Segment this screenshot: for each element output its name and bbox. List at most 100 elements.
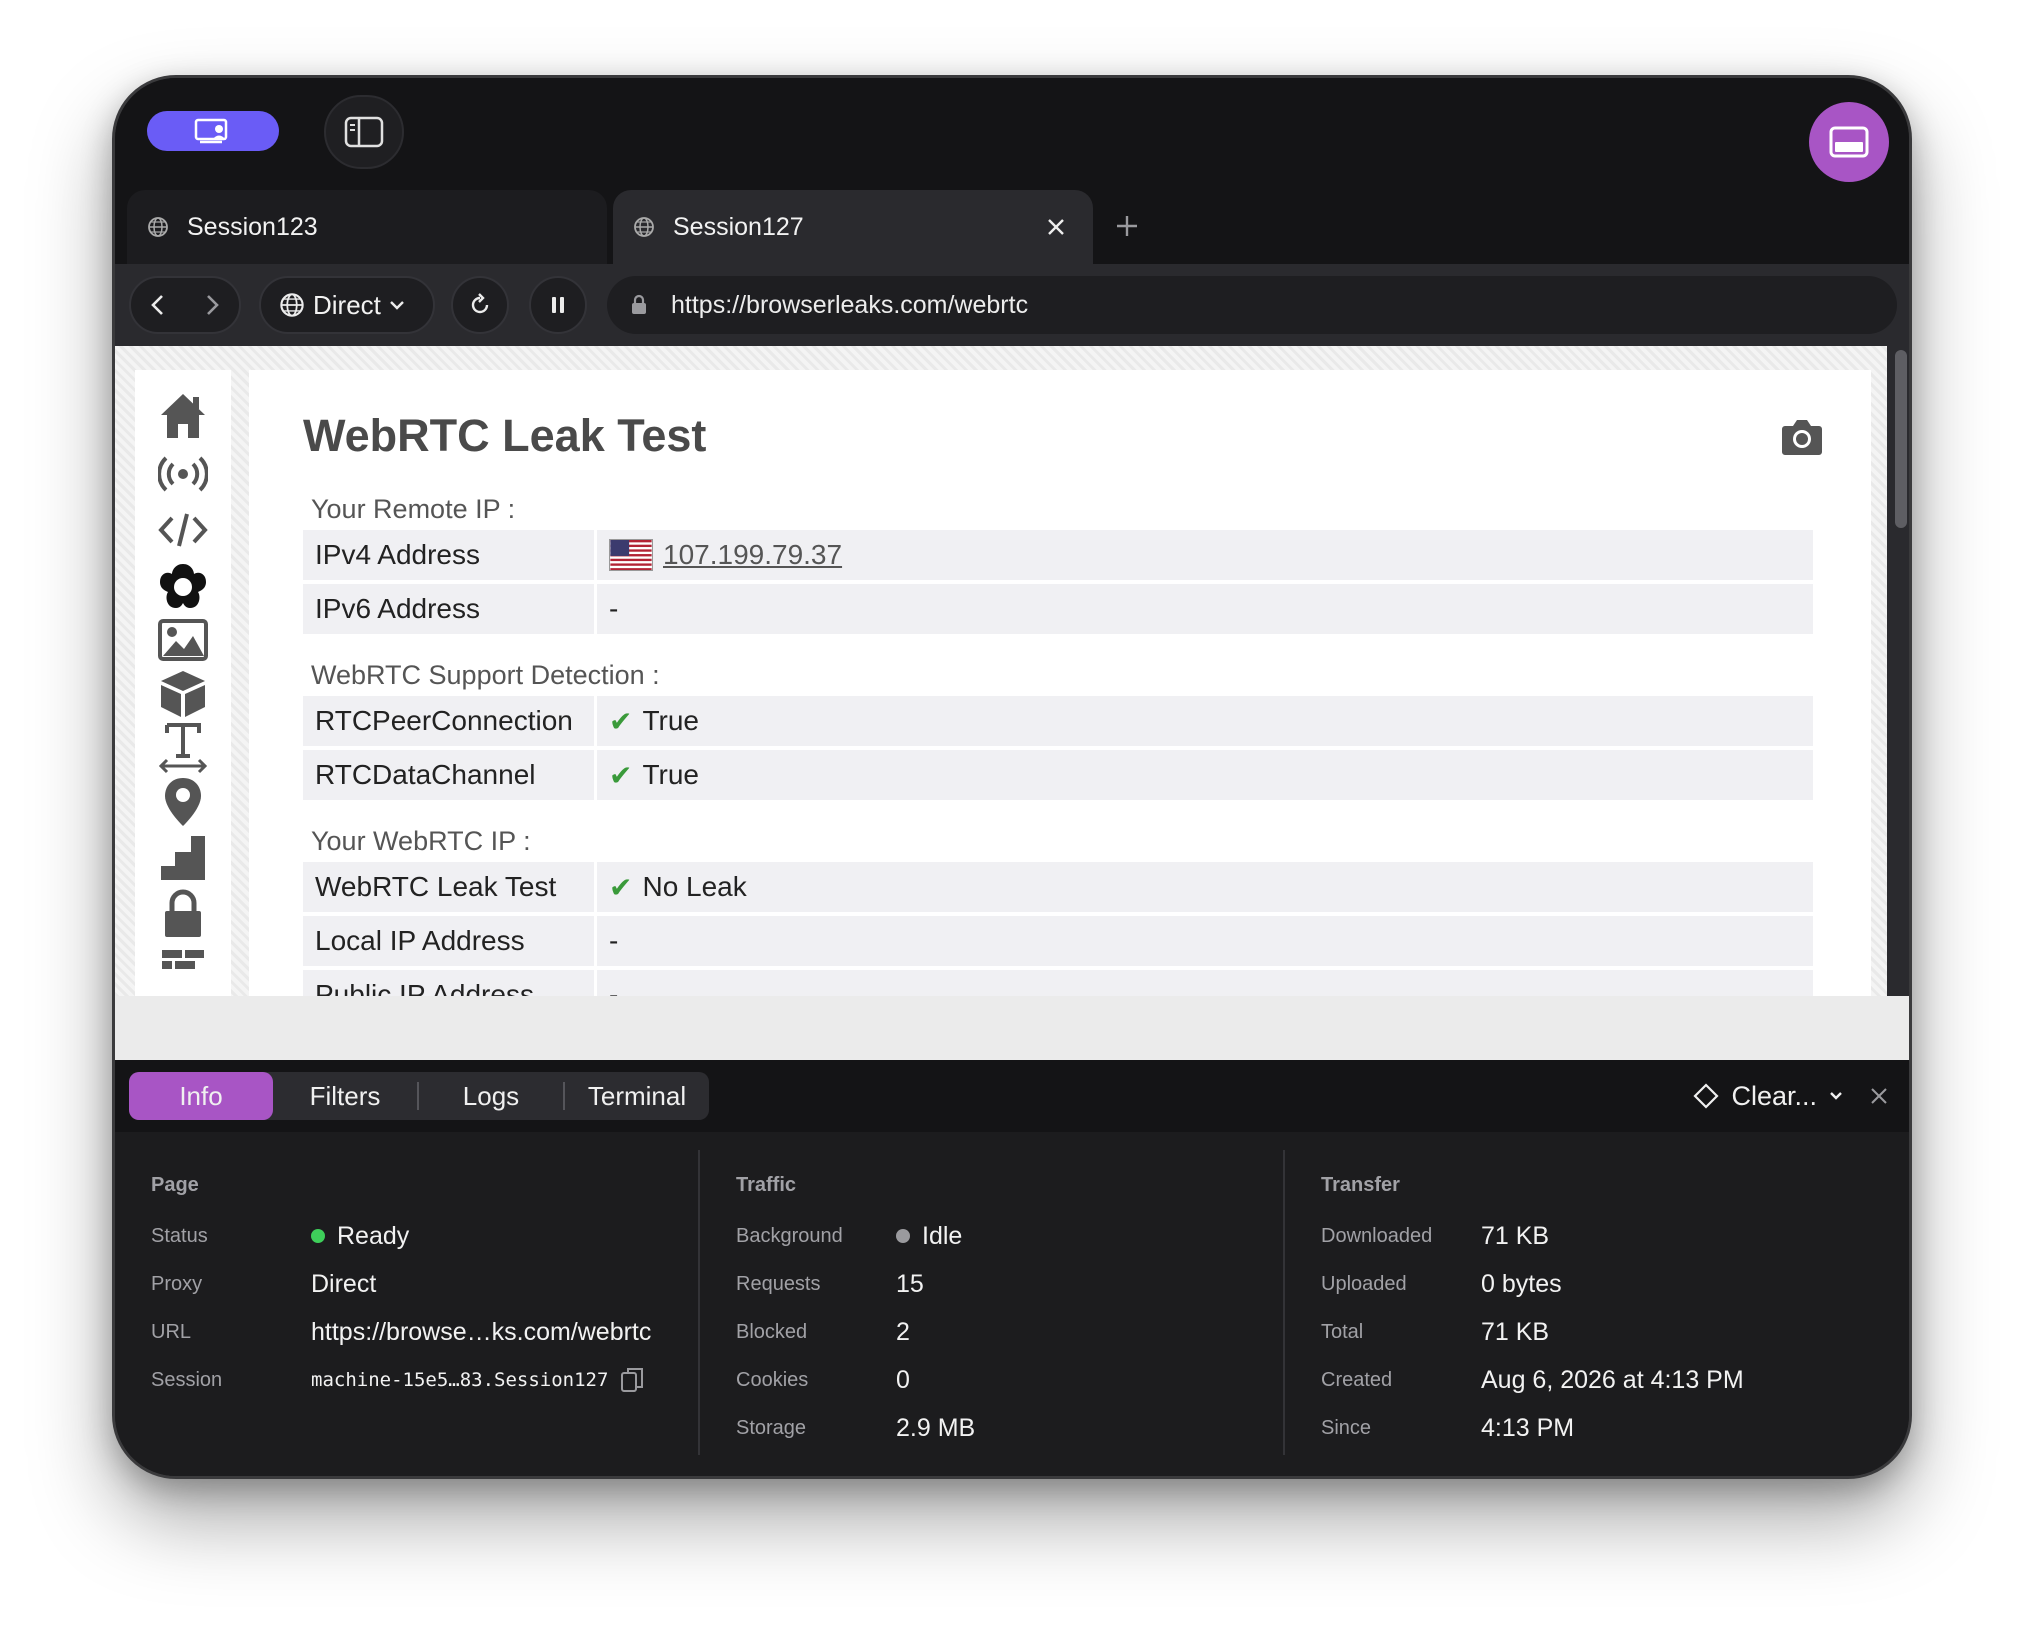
- section-webrtc-ip: Your WebRTC IP :: [311, 826, 531, 856]
- public-ip-value: -: [609, 979, 619, 996]
- tab-strip: Session123 Session127: [115, 190, 1909, 264]
- profile-switch-button[interactable]: [147, 111, 279, 151]
- ipv4-link[interactable]: 107.199.79.37: [663, 539, 842, 571]
- tab-filters[interactable]: Filters: [273, 1072, 417, 1120]
- transfer-column: Transfer Downloaded 71 KB Uploaded 0 byt…: [1285, 1150, 1870, 1450]
- ipv6-key: IPv6 Address: [303, 584, 597, 634]
- flower-icon[interactable]: [155, 558, 211, 614]
- globe-icon: [148, 217, 168, 237]
- cube-icon[interactable]: [155, 666, 211, 722]
- proxy-selector[interactable]: Direct: [259, 276, 435, 334]
- section-remote-ip: Your Remote IP :: [311, 494, 516, 524]
- scrollbar-thumb[interactable]: [1895, 350, 1907, 528]
- page-heading: Page: [151, 1174, 199, 1196]
- table-row: IPv4 Address 107.199.79.37: [303, 528, 1813, 580]
- lock-icon: [632, 294, 646, 314]
- total-key: Total: [1321, 1320, 1364, 1343]
- page-scrollbar[interactable]: [1887, 346, 1909, 996]
- image-icon[interactable]: [155, 612, 211, 668]
- storage-value: 2.9 MB: [896, 1413, 976, 1442]
- storage-row: Storage 2.9 MB: [736, 1408, 975, 1448]
- total-value: 71 KB: [1481, 1317, 1550, 1346]
- datachannel-value: True: [642, 759, 700, 790]
- uploaded-key: Uploaded: [1321, 1272, 1407, 1295]
- tab-info[interactable]: Info: [129, 1072, 273, 1120]
- cookies-key: Cookies: [736, 1368, 809, 1391]
- app-window: Session123 Session127 Direct https://bro…: [112, 75, 1912, 1479]
- pause-icon: [552, 297, 564, 313]
- tab-label: Session127: [673, 212, 804, 241]
- close-icon: [1871, 1088, 1887, 1104]
- background-row: Background Idle: [736, 1216, 962, 1256]
- traffic-heading: Traffic: [736, 1174, 797, 1196]
- status-ready-dot: [311, 1229, 325, 1243]
- code-icon[interactable]: [155, 502, 211, 558]
- page-title: WebRTC Leak Test: [303, 410, 707, 461]
- panel-toggle-button[interactable]: [1809, 102, 1889, 182]
- url-text: https://browserleaks.com/webrtc: [671, 290, 1029, 319]
- proxy-value: Direct: [311, 1269, 377, 1298]
- status-row: Status Ready: [151, 1216, 409, 1256]
- leak-value-cell: ✔ No Leak: [597, 862, 1813, 912]
- peer-value: True: [642, 705, 700, 736]
- forward-button[interactable]: [202, 293, 222, 317]
- background-value: Idle: [922, 1221, 963, 1250]
- ipv6-value: -: [609, 593, 619, 624]
- home-icon[interactable]: [155, 388, 211, 444]
- page-viewport: WebRTC Leak Test Your Remote IP : IPv4 A…: [115, 346, 1909, 996]
- checkmark-icon: ✔: [609, 705, 633, 737]
- session-key: Session: [151, 1368, 223, 1391]
- table-row: Local IP Address -: [303, 914, 1813, 966]
- table-row: Public IP Address -: [303, 968, 1813, 996]
- requests-key: Requests: [736, 1272, 821, 1295]
- devtools-segmented-control: Info Filters Logs Terminal: [129, 1072, 709, 1120]
- steps-icon[interactable]: [155, 830, 211, 886]
- panel-divider[interactable]: [115, 996, 1909, 1060]
- padlock-icon[interactable]: [155, 886, 211, 942]
- chevron-down-icon: [390, 301, 404, 310]
- new-tab-button[interactable]: [1105, 204, 1149, 248]
- reload-button[interactable]: [451, 276, 509, 334]
- devtools-close-button[interactable]: [1865, 1082, 1893, 1110]
- clear-label: Clear...: [1731, 1080, 1817, 1111]
- copy-icon[interactable]: [620, 1366, 644, 1394]
- status-idle-dot: [896, 1229, 910, 1243]
- bricks-icon[interactable]: [155, 940, 211, 996]
- location-pin-icon[interactable]: [155, 774, 211, 830]
- traffic-column: Traffic Background Idle Requests 15 Bloc…: [700, 1150, 1285, 1450]
- tab-close-button[interactable]: [1041, 212, 1071, 242]
- clear-dropdown[interactable]: Clear...: [1693, 1074, 1843, 1118]
- since-value: 4:13 PM: [1481, 1413, 1575, 1442]
- leak-value: No Leak: [642, 871, 747, 902]
- downloaded-key: Downloaded: [1321, 1224, 1433, 1247]
- tab-session127[interactable]: Session127: [613, 190, 1093, 264]
- eraser-icon: [1693, 1083, 1720, 1109]
- downloaded-row: Downloaded 71 KB: [1321, 1216, 1549, 1256]
- broadcast-icon[interactable]: [155, 446, 211, 502]
- tab-label: Session123: [187, 212, 318, 241]
- status-key: Status: [151, 1224, 208, 1247]
- tab-terminal[interactable]: Terminal: [565, 1072, 709, 1120]
- pause-button[interactable]: [529, 276, 587, 334]
- history-buttons: [129, 276, 241, 334]
- text-size-icon[interactable]: [155, 720, 211, 776]
- back-button[interactable]: [148, 293, 168, 317]
- url-row: URL https://browse…ks.com/webrtc: [151, 1312, 651, 1352]
- tab-logs[interactable]: Logs: [419, 1072, 563, 1120]
- checkmark-icon: ✔: [609, 871, 633, 903]
- leak-key: WebRTC Leak Test: [303, 862, 597, 912]
- local-ip-value: -: [609, 925, 619, 956]
- table-row: RTCDataChannel ✔ True: [303, 748, 1813, 800]
- tab-session123[interactable]: Session123: [127, 190, 607, 264]
- requests-row: Requests 15: [736, 1264, 924, 1304]
- created-row: Created Aug 6, 2026 at 4:13 PM: [1321, 1360, 1744, 1400]
- session-row: Session machine-15e5…83.Session127: [151, 1360, 644, 1400]
- sidebar-toggle-button[interactable]: [324, 95, 404, 169]
- camera-icon[interactable]: [1781, 418, 1823, 456]
- uploaded-value: 0 bytes: [1481, 1269, 1562, 1298]
- cookies-row: Cookies 0: [736, 1360, 910, 1400]
- address-bar[interactable]: https://browserleaks.com/webrtc: [607, 276, 1897, 334]
- ipv4-value-cell: 107.199.79.37: [597, 530, 1813, 580]
- total-row: Total 71 KB: [1321, 1312, 1549, 1352]
- reload-icon: [471, 293, 489, 314]
